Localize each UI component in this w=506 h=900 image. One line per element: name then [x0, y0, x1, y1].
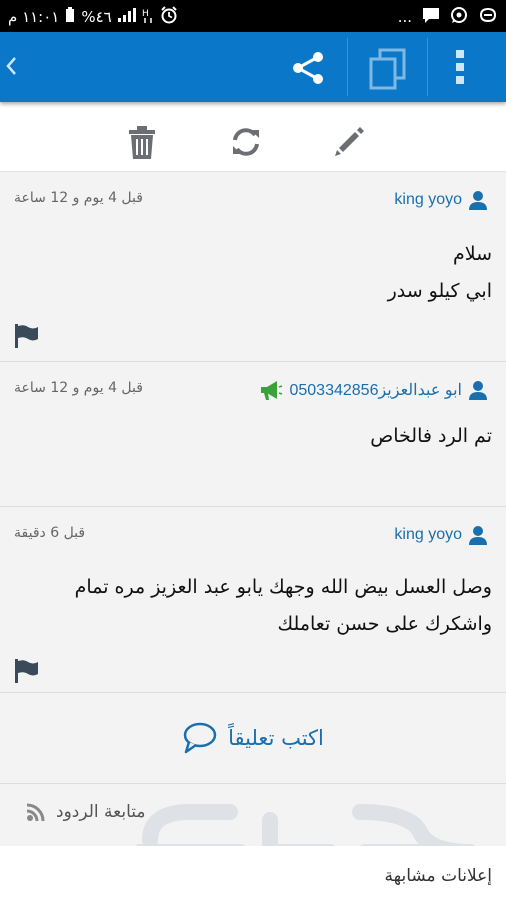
pencil-icon[interactable]	[333, 126, 365, 162]
more-vert-icon[interactable]	[455, 50, 465, 88]
chat-bubble-icon	[183, 722, 217, 754]
comment-author[interactable]: ابو عبدالعزيز0503342856	[259, 380, 488, 400]
user-icon	[469, 191, 487, 210]
app-notification-icon	[478, 6, 498, 28]
status-right: ...	[398, 6, 498, 28]
whatsapp-icon	[450, 6, 468, 28]
share-icon	[293, 52, 323, 84]
author-name[interactable]: king yoyo	[394, 191, 462, 209]
comment-text: وصل العسل بيض الله وجهك يابو عبد العزيز …	[22, 569, 492, 643]
write-comment-label: اكتب تعليقاً	[228, 726, 324, 750]
user-icon	[469, 526, 487, 545]
copy-button[interactable]	[348, 38, 428, 96]
comment-time: قبل 4 يوم و 12 ساعة	[14, 190, 143, 206]
message-icon	[422, 7, 440, 27]
battery-level: %٤٦	[81, 8, 112, 26]
signal-icon	[117, 8, 136, 26]
comment-time: قبل 6 دقيقة	[14, 525, 86, 541]
network-type-icon: H	[142, 7, 154, 27]
write-comment-button[interactable]: اكتب تعليقاً	[0, 693, 506, 784]
author-name[interactable]: ابو عبدالعزيز0503342856	[289, 380, 462, 400]
comment-line: سلام	[452, 243, 492, 265]
battery-icon	[65, 7, 75, 27]
comment-line: تم الرد فالخاص	[370, 425, 492, 447]
comment-line: ابي كيلو سدر	[387, 280, 492, 302]
status-left: ١١:٠١ م %٤٦ H	[8, 6, 178, 28]
megaphone-icon	[261, 381, 283, 400]
refresh-icon[interactable]	[230, 126, 262, 162]
comment-author[interactable]: king yoyo	[394, 190, 488, 210]
status-bar: ١١:٠١ م %٤٦ H ...	[0, 0, 506, 32]
notification-more: ...	[397, 8, 412, 26]
author-name[interactable]: king yoyo	[394, 526, 462, 544]
comment-item: king yoyo قبل 4 يوم و 12 ساعة سلام ابي ك…	[0, 172, 506, 362]
similar-ads-section: إعلانات مشابهة	[0, 846, 506, 900]
comment-text: تم الرد فالخاص	[22, 418, 492, 455]
chevron-left-icon[interactable]	[4, 54, 18, 82]
trash-icon[interactable]	[127, 126, 157, 164]
comment-line: واشكرك على حسن تعاملك	[277, 613, 492, 635]
comment-time: قبل 4 يوم و 12 ساعة	[14, 380, 143, 396]
comment-author[interactable]: king yoyo	[394, 525, 488, 545]
comment-text: سلام ابي كيلو سدر	[22, 236, 492, 310]
share-button[interactable]	[270, 38, 348, 96]
rss-icon	[26, 803, 45, 822]
user-icon	[469, 381, 487, 400]
app-bar	[0, 32, 506, 102]
svg-text:H: H	[142, 9, 149, 19]
status-time: ١١:٠١ م	[8, 8, 60, 26]
flag-icon[interactable]	[14, 659, 40, 687]
comment-item: ابو عبدالعزيز0503342856 قبل 4 يوم و 12 س…	[0, 362, 506, 507]
copy-icon	[369, 48, 406, 90]
similar-ads-title: إعلانات مشابهة	[384, 866, 492, 886]
comment-item: king yoyo قبل 6 دقيقة وصل العسل بيض الله…	[0, 507, 506, 693]
ad-action-toolbar	[0, 102, 506, 172]
flag-icon[interactable]	[14, 324, 40, 352]
comment-line: وصل العسل بيض الله وجهك يابو عبد العزيز …	[74, 576, 492, 598]
alarm-icon	[160, 6, 178, 28]
